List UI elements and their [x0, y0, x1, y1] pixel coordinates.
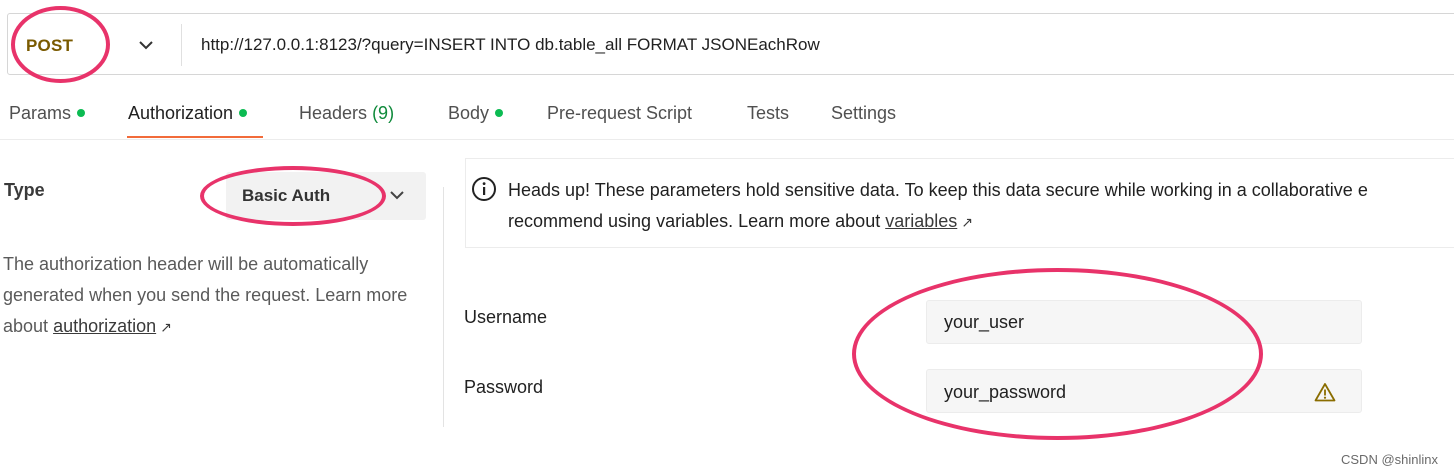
- external-link-icon: ↗: [160, 319, 172, 335]
- tab-label: Pre-request Script: [547, 103, 693, 123]
- external-link-icon: ↗: [961, 214, 973, 230]
- status-dot: [239, 109, 248, 118]
- watermark: CSDN @shinlinx: [1341, 452, 1438, 467]
- tab-authorization[interactable]: Authorization: [128, 103, 248, 124]
- notice-line-1: Heads up! These parameters hold sensitiv…: [508, 180, 1368, 200]
- tab-settings[interactable]: Settings: [831, 103, 896, 124]
- status-dot: [495, 109, 504, 118]
- tab-pre-request-script[interactable]: Pre-request Script: [547, 103, 692, 124]
- status-dot: [77, 109, 86, 118]
- annotation-circle-method: [11, 6, 110, 83]
- warning-icon: [1314, 383, 1336, 402]
- tab-label: Headers: [299, 103, 368, 123]
- notice-line-2: recommend using variables. Learn more ab…: [508, 206, 1454, 238]
- auth-type-label: Type: [4, 180, 45, 200]
- tab-tests[interactable]: Tests: [747, 103, 789, 124]
- notice-text: Heads up! These parameters hold sensitiv…: [508, 175, 1454, 238]
- url-input[interactable]: http://127.0.0.1:8123/?query=INSERT INTO…: [201, 35, 820, 55]
- variables-link[interactable]: variables: [885, 211, 957, 231]
- tab-label: Settings: [831, 103, 897, 123]
- tab-body[interactable]: Body: [448, 103, 504, 124]
- chevron-down-icon[interactable]: [388, 186, 406, 204]
- username-label: Username: [464, 307, 548, 327]
- authorization-link[interactable]: authorization: [53, 316, 156, 336]
- notice-line-2-text: recommend using variables. Learn more ab…: [508, 211, 881, 231]
- annotation-circle-credentials: [852, 268, 1263, 440]
- tab-label: Body: [448, 103, 490, 123]
- auth-help-text: The authorization header will be automat…: [3, 249, 423, 343]
- chevron-down-icon[interactable]: [137, 36, 155, 54]
- tab-label: Tests: [747, 103, 790, 123]
- url-divider: [181, 24, 182, 66]
- tabs-divider: [0, 139, 1454, 140]
- tab-params[interactable]: Params: [9, 103, 86, 124]
- column-divider: [443, 187, 444, 427]
- info-icon: [472, 177, 496, 201]
- password-label: Password: [464, 377, 544, 397]
- tab-count: (9): [372, 103, 395, 123]
- annotation-circle-auth-type: [200, 166, 386, 226]
- tab-label: Params: [9, 103, 72, 123]
- active-tab-indicator: [127, 136, 263, 138]
- tab-headers[interactable]: Headers (9): [299, 103, 394, 124]
- tab-label: Authorization: [128, 103, 234, 123]
